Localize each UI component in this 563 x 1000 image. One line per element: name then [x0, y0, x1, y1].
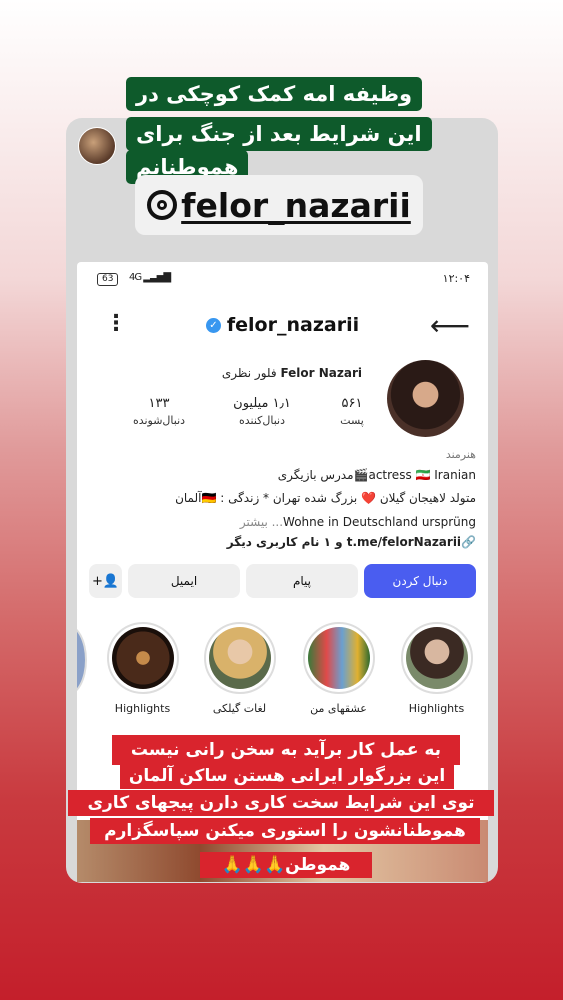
profile-screenshot: 63 4G ▂▃▅▇ ۱۲:۰۴ ⋮ ✓ felor_nazarii ⟵ Felo…	[77, 262, 488, 882]
highlight-label: عشقهای من	[310, 702, 367, 715]
follow-button[interactable]: دنبال کردن	[364, 564, 476, 598]
highlight-item[interactable]: Highlights	[399, 622, 474, 715]
bio-line-3: Wohne in Deutschland ursprüng... بیشتر	[87, 515, 476, 529]
mention-handle: felor_nazarii	[181, 185, 411, 225]
network-type: 4G	[129, 272, 142, 283]
caption-bottom-line-3: توی این شرایط سخت کاری دارن پیجهای کاری	[68, 790, 494, 816]
username-text: felor_nazarii	[226, 314, 360, 336]
bio-link-suffix[interactable]: و ۱ نام کاربری دیگر	[227, 535, 343, 549]
mention-icon	[147, 190, 178, 220]
profile-avatar[interactable]	[387, 360, 464, 437]
stat-followers-value: ۱٫۱ میلیون	[233, 396, 291, 411]
bio-line-1: actress 🇮🇷 Iranian🎬مدرس بازیگری	[277, 468, 476, 482]
highlight-label: Highlights	[114, 702, 171, 715]
highlight-label: Highlights	[408, 702, 465, 715]
stat-following[interactable]: ۱۳۳ دنبال‌شونده	[119, 396, 199, 427]
profile-header: ⋮ ✓ felor_nazarii ⟵	[77, 309, 488, 342]
highlight-item[interactable]: عشقهای من	[301, 622, 376, 715]
back-arrow-icon[interactable]: ⟵	[430, 309, 470, 342]
full-name-en: Felor Nazari	[280, 366, 362, 380]
stat-posts-label: پست	[340, 414, 364, 427]
highlight-label: لغات گیلکی	[212, 702, 267, 715]
full-name-fa: فلور نظری	[221, 366, 277, 380]
email-button[interactable]: ایمیل	[128, 564, 240, 598]
bio-link-row: 🔗t.me/felorNazarii و ۱ نام کاربری دیگر	[87, 535, 476, 549]
message-button[interactable]: پیام	[246, 564, 358, 598]
clock: ۱۲:۰۴	[442, 272, 470, 285]
signal-icon: 4G ▂▃▅▇	[129, 272, 171, 283]
bio-link[interactable]: t.me/felorNazarii	[347, 535, 461, 549]
mention-sticker[interactable]: felor_nazarii	[135, 175, 423, 235]
stat-following-value: ۱۳۳	[148, 396, 170, 411]
caption-top-line-1: وظیفه امه کمک کوچکی در	[126, 77, 423, 111]
stat-followers-label: دنبال‌کننده	[238, 414, 286, 427]
add-user-icon[interactable]: +👤	[89, 564, 122, 598]
bio-text: Wohne in Deutschland ursprüng	[283, 515, 476, 529]
profile-username: ✓ felor_nazarii	[77, 314, 488, 336]
highlight-item[interactable]: Highlights	[105, 622, 180, 715]
verified-badge-icon: ✓	[205, 318, 221, 333]
stat-posts-value: ۵۶۱	[341, 396, 363, 411]
stat-following-label: دنبال‌شونده	[132, 414, 186, 427]
caption-bottom-line-5: هموطن🙏🙏🙏	[200, 852, 372, 878]
highlight-item-partial[interactable]	[77, 624, 87, 696]
battery-icon: 63	[97, 273, 119, 286]
story-author-avatar[interactable]	[78, 127, 116, 165]
status-bar: 63 4G ▂▃▅▇ ۱۲:۰۴	[77, 270, 488, 290]
bio-line-2: متولد لاهیجان گیلان ❤️ بزرگ شده تهران * …	[175, 491, 476, 505]
caption-top-line-2: این شرایط بعد از جنگ برای	[126, 117, 432, 151]
bio-more-link[interactable]: ... بیشتر	[240, 515, 283, 529]
highlight-item[interactable]: لغات گیلکی	[202, 622, 277, 715]
stat-posts[interactable]: ۵۶۱ پست	[327, 396, 377, 427]
full-name: Felor Nazari فلور نظری	[207, 366, 362, 380]
profile-category: هنرمند	[445, 448, 476, 461]
link-icon: 🔗	[461, 535, 476, 549]
caption-bottom-line-1: به عمل کار برآید به سخن رانی نیست	[112, 735, 460, 765]
caption-bottom-line-4: هموطنانشون را استوری میکنن سپاسگزارم	[90, 818, 480, 844]
stat-followers[interactable]: ۱٫۱ میلیون دنبال‌کننده	[217, 396, 307, 427]
caption-bottom-line-2: این بزرگوار ایرانی هستن ساکن آلمان	[120, 763, 454, 789]
